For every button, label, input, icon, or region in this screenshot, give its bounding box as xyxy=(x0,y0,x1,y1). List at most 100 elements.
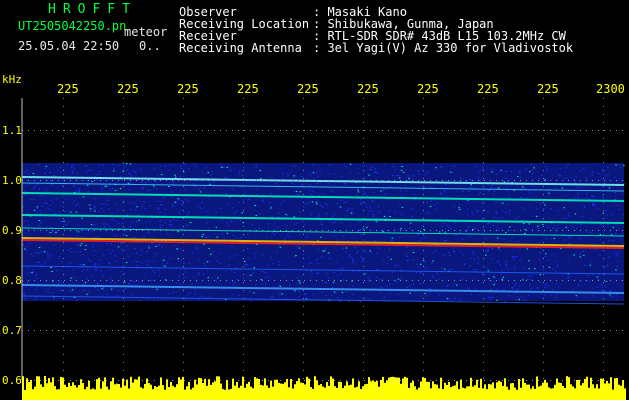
noise-speck xyxy=(443,268,446,270)
noise-speck xyxy=(134,172,137,174)
noise-speck xyxy=(505,211,508,213)
noise-speck xyxy=(210,253,212,255)
grid-dot xyxy=(94,330,95,331)
noise-speck xyxy=(272,231,274,233)
grid-dot xyxy=(34,130,35,131)
noise-speck xyxy=(93,250,95,252)
grid-dot xyxy=(244,280,245,281)
grid-dot xyxy=(562,380,563,381)
noise-speck xyxy=(106,242,108,244)
x-tick-label: 225 xyxy=(57,82,79,96)
grid-dot xyxy=(526,280,527,281)
noise-speck xyxy=(104,226,106,227)
noise-speck xyxy=(456,211,458,213)
grid-dot xyxy=(430,230,431,231)
grid-dot xyxy=(394,330,395,331)
grid-dot xyxy=(580,180,581,181)
noise-speck xyxy=(33,209,36,211)
noise-speck xyxy=(160,224,162,226)
grid-dot xyxy=(183,234,184,235)
noise-speck xyxy=(260,178,262,180)
noise-speck xyxy=(601,290,603,292)
grid-dot xyxy=(52,330,53,331)
grid-dot xyxy=(243,170,244,171)
noise-speck xyxy=(555,270,557,272)
noise-speck xyxy=(611,213,613,215)
y-tick-label: 0.9 xyxy=(2,224,22,237)
grid-dot xyxy=(123,346,124,347)
grid-dot xyxy=(58,380,59,381)
noise-speck xyxy=(312,172,315,174)
noise-speck xyxy=(604,175,607,177)
grid-dot xyxy=(310,130,311,131)
noise-speck xyxy=(376,172,378,174)
grid-dot xyxy=(363,250,364,251)
noise-speck xyxy=(159,220,161,222)
noise-speck xyxy=(24,248,26,250)
noise-speck xyxy=(501,269,503,271)
noise-speck xyxy=(63,181,65,183)
grid-dot xyxy=(183,138,184,139)
noise-speck xyxy=(354,247,356,249)
grid-dot xyxy=(46,130,47,131)
noise-speck xyxy=(286,215,289,217)
grid-dot xyxy=(543,178,544,179)
noise-speck xyxy=(331,222,334,224)
noise-speck xyxy=(138,219,140,221)
noise-speck xyxy=(522,186,524,188)
grid-dot xyxy=(363,194,364,195)
grid-dot xyxy=(483,218,484,219)
grid-dot xyxy=(382,180,383,181)
noise-speck xyxy=(82,283,85,285)
grid-dot xyxy=(88,230,89,231)
noise-speck xyxy=(137,280,140,282)
grid-dot xyxy=(490,380,491,381)
noise-speck xyxy=(153,168,156,170)
noise-speck xyxy=(136,265,139,266)
noise-speck xyxy=(370,251,373,253)
noise-speck xyxy=(285,213,287,215)
noise-speck xyxy=(176,220,179,222)
noise-speck xyxy=(279,246,282,248)
grid-dot xyxy=(124,330,125,331)
noise-speck xyxy=(618,209,620,210)
grid-dot xyxy=(28,230,29,231)
grid-dot xyxy=(63,178,64,179)
noise-speck xyxy=(342,247,344,249)
grid-dot xyxy=(478,230,479,231)
noise-speck xyxy=(568,243,571,244)
grid-dot xyxy=(183,122,184,123)
noise-speck xyxy=(305,298,308,300)
noise-speck xyxy=(226,177,229,179)
noise-speck xyxy=(206,222,209,224)
grid-dot xyxy=(483,162,484,163)
noise-speck xyxy=(400,277,402,279)
noise-speck xyxy=(73,269,75,271)
grid-dot xyxy=(63,186,64,187)
noise-speck xyxy=(105,185,108,187)
noise-speck xyxy=(538,258,541,260)
noise-speck xyxy=(37,253,39,255)
grid-dot xyxy=(406,330,407,331)
grid-dot xyxy=(123,290,124,291)
noise-speck xyxy=(296,193,299,195)
noise-speck xyxy=(583,205,586,207)
noise-speck xyxy=(299,191,302,193)
grid-dot xyxy=(543,330,544,331)
noise-speck xyxy=(612,226,615,228)
noise-speck xyxy=(162,259,165,261)
grid-dot xyxy=(63,170,64,171)
noise-speck xyxy=(472,228,474,230)
grid-dot xyxy=(423,218,424,219)
noise-speck xyxy=(542,208,545,209)
noise-speck xyxy=(76,173,79,175)
noise-speck xyxy=(157,208,159,210)
grid-dot xyxy=(484,380,485,381)
noise-speck xyxy=(409,227,411,229)
noise-speck xyxy=(505,265,508,267)
noise-speck xyxy=(313,177,316,179)
noise-speck xyxy=(88,204,91,206)
noise-speck xyxy=(421,224,424,226)
grid-dot xyxy=(454,280,455,281)
grid-dot xyxy=(118,380,119,381)
